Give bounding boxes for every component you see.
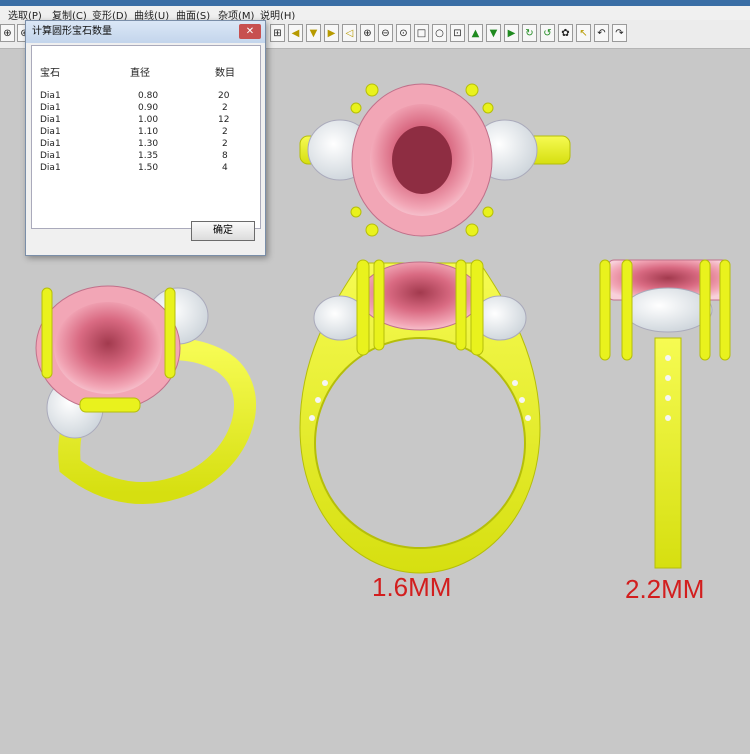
stone-cell: Dia1 [40, 139, 61, 149]
rectangle-icon[interactable]: □ [414, 24, 429, 42]
rotate-back-icon[interactable]: ↺ [540, 24, 555, 42]
diameter-cell: 1.30 [138, 139, 159, 149]
diameter-cell: 1.00 [138, 115, 159, 125]
header-count: 数目 [215, 68, 235, 79]
triangle-down-icon[interactable]: ▼ [306, 24, 321, 42]
count-cell: 2 [222, 103, 228, 113]
undo-icon[interactable]: ↶ [594, 24, 609, 42]
grid-icon[interactable]: ⊞ [270, 24, 285, 42]
table-row: Dia1 0.90 2 [32, 103, 260, 114]
menu-bar: 选取(P) 复制(C) 变形(D) 曲线(U) 曲面(S) 杂项(M) 说明(H… [0, 6, 750, 22]
gem-table: 宝石 直径 数目 Dia1 0.80 20 Dia1 0.90 2 Dia1 1… [31, 45, 261, 229]
dialog-title: 计算圆形宝石数量 [32, 26, 112, 37]
circle-icon[interactable]: ○ [432, 24, 447, 42]
ok-button[interactable]: 确定 [191, 221, 255, 241]
count-cell: 2 [222, 127, 228, 137]
table-row: Dia1 1.35 8 [32, 151, 260, 162]
stone-cell: Dia1 [40, 151, 61, 161]
count-cell: 12 [218, 115, 230, 125]
table-row: Dia1 1.30 2 [32, 139, 260, 150]
count-cell: 4 [222, 163, 228, 173]
header-diameter: 直径 [130, 68, 150, 79]
diameter-cell: 0.80 [138, 91, 159, 101]
diameter-cell: 1.10 [138, 127, 159, 137]
dialog-titlebar[interactable]: 计算圆形宝石数量 ✕ [26, 21, 265, 43]
stone-cell: Dia1 [40, 127, 61, 137]
triangle-up-icon[interactable]: ▲ [468, 24, 483, 42]
table-row: Dia1 0.80 20 [32, 91, 260, 102]
zoom-window-icon[interactable]: ⊡ [450, 24, 465, 42]
triangle-down-icon[interactable]: ▼ [486, 24, 501, 42]
render-icon[interactable]: ✿ [558, 24, 573, 42]
count-cell: 2 [222, 139, 228, 149]
diameter-cell: 1.50 [138, 163, 159, 173]
zoom-out-icon[interactable]: ⊖ [378, 24, 393, 42]
side-thickness-label: 2.2MM [625, 574, 705, 604]
perspective-view-ring [35, 285, 256, 504]
redo-icon[interactable]: ↷ [612, 24, 627, 42]
front-thickness-label: 1.6MM [372, 572, 452, 602]
table-row: Dia1 1.50 4 [32, 163, 260, 174]
top-view-ring [299, 83, 571, 237]
front-view-ring [299, 259, 541, 574]
table-row: Dia1 1.10 2 [32, 127, 260, 138]
triangle-right-icon[interactable]: ▶ [504, 24, 519, 42]
crosshair-icon[interactable]: ⊕ [0, 24, 15, 42]
zoom-in-icon[interactable]: ⊕ [360, 24, 375, 42]
header-stone: 宝石 [40, 68, 60, 79]
close-icon[interactable]: ✕ [239, 24, 261, 39]
triangle-right-icon[interactable]: ▶ [324, 24, 339, 42]
zoom-fit-icon[interactable]: ⊙ [396, 24, 411, 42]
rotate-icon[interactable]: ↻ [522, 24, 537, 42]
diameter-cell: 1.35 [138, 151, 159, 161]
table-row: Dia1 1.00 12 [32, 115, 260, 126]
count-cell: 20 [218, 91, 230, 101]
triangle-left-icon[interactable]: ◀ [288, 24, 303, 42]
gem-count-dialog: 计算圆形宝石数量 ✕ 宝石 直径 数目 Dia1 0.80 20 Dia1 0.… [25, 20, 266, 256]
stone-cell: Dia1 [40, 91, 61, 101]
diameter-cell: 0.90 [138, 103, 159, 113]
side-view-ring [599, 259, 731, 569]
triangle-left-icon[interactable]: ◁ [342, 24, 357, 42]
stone-cell: Dia1 [40, 163, 61, 173]
pointer-icon[interactable]: ↖ [576, 24, 591, 42]
stone-cell: Dia1 [40, 115, 61, 125]
stone-cell: Dia1 [40, 103, 61, 113]
count-cell: 8 [222, 151, 228, 161]
